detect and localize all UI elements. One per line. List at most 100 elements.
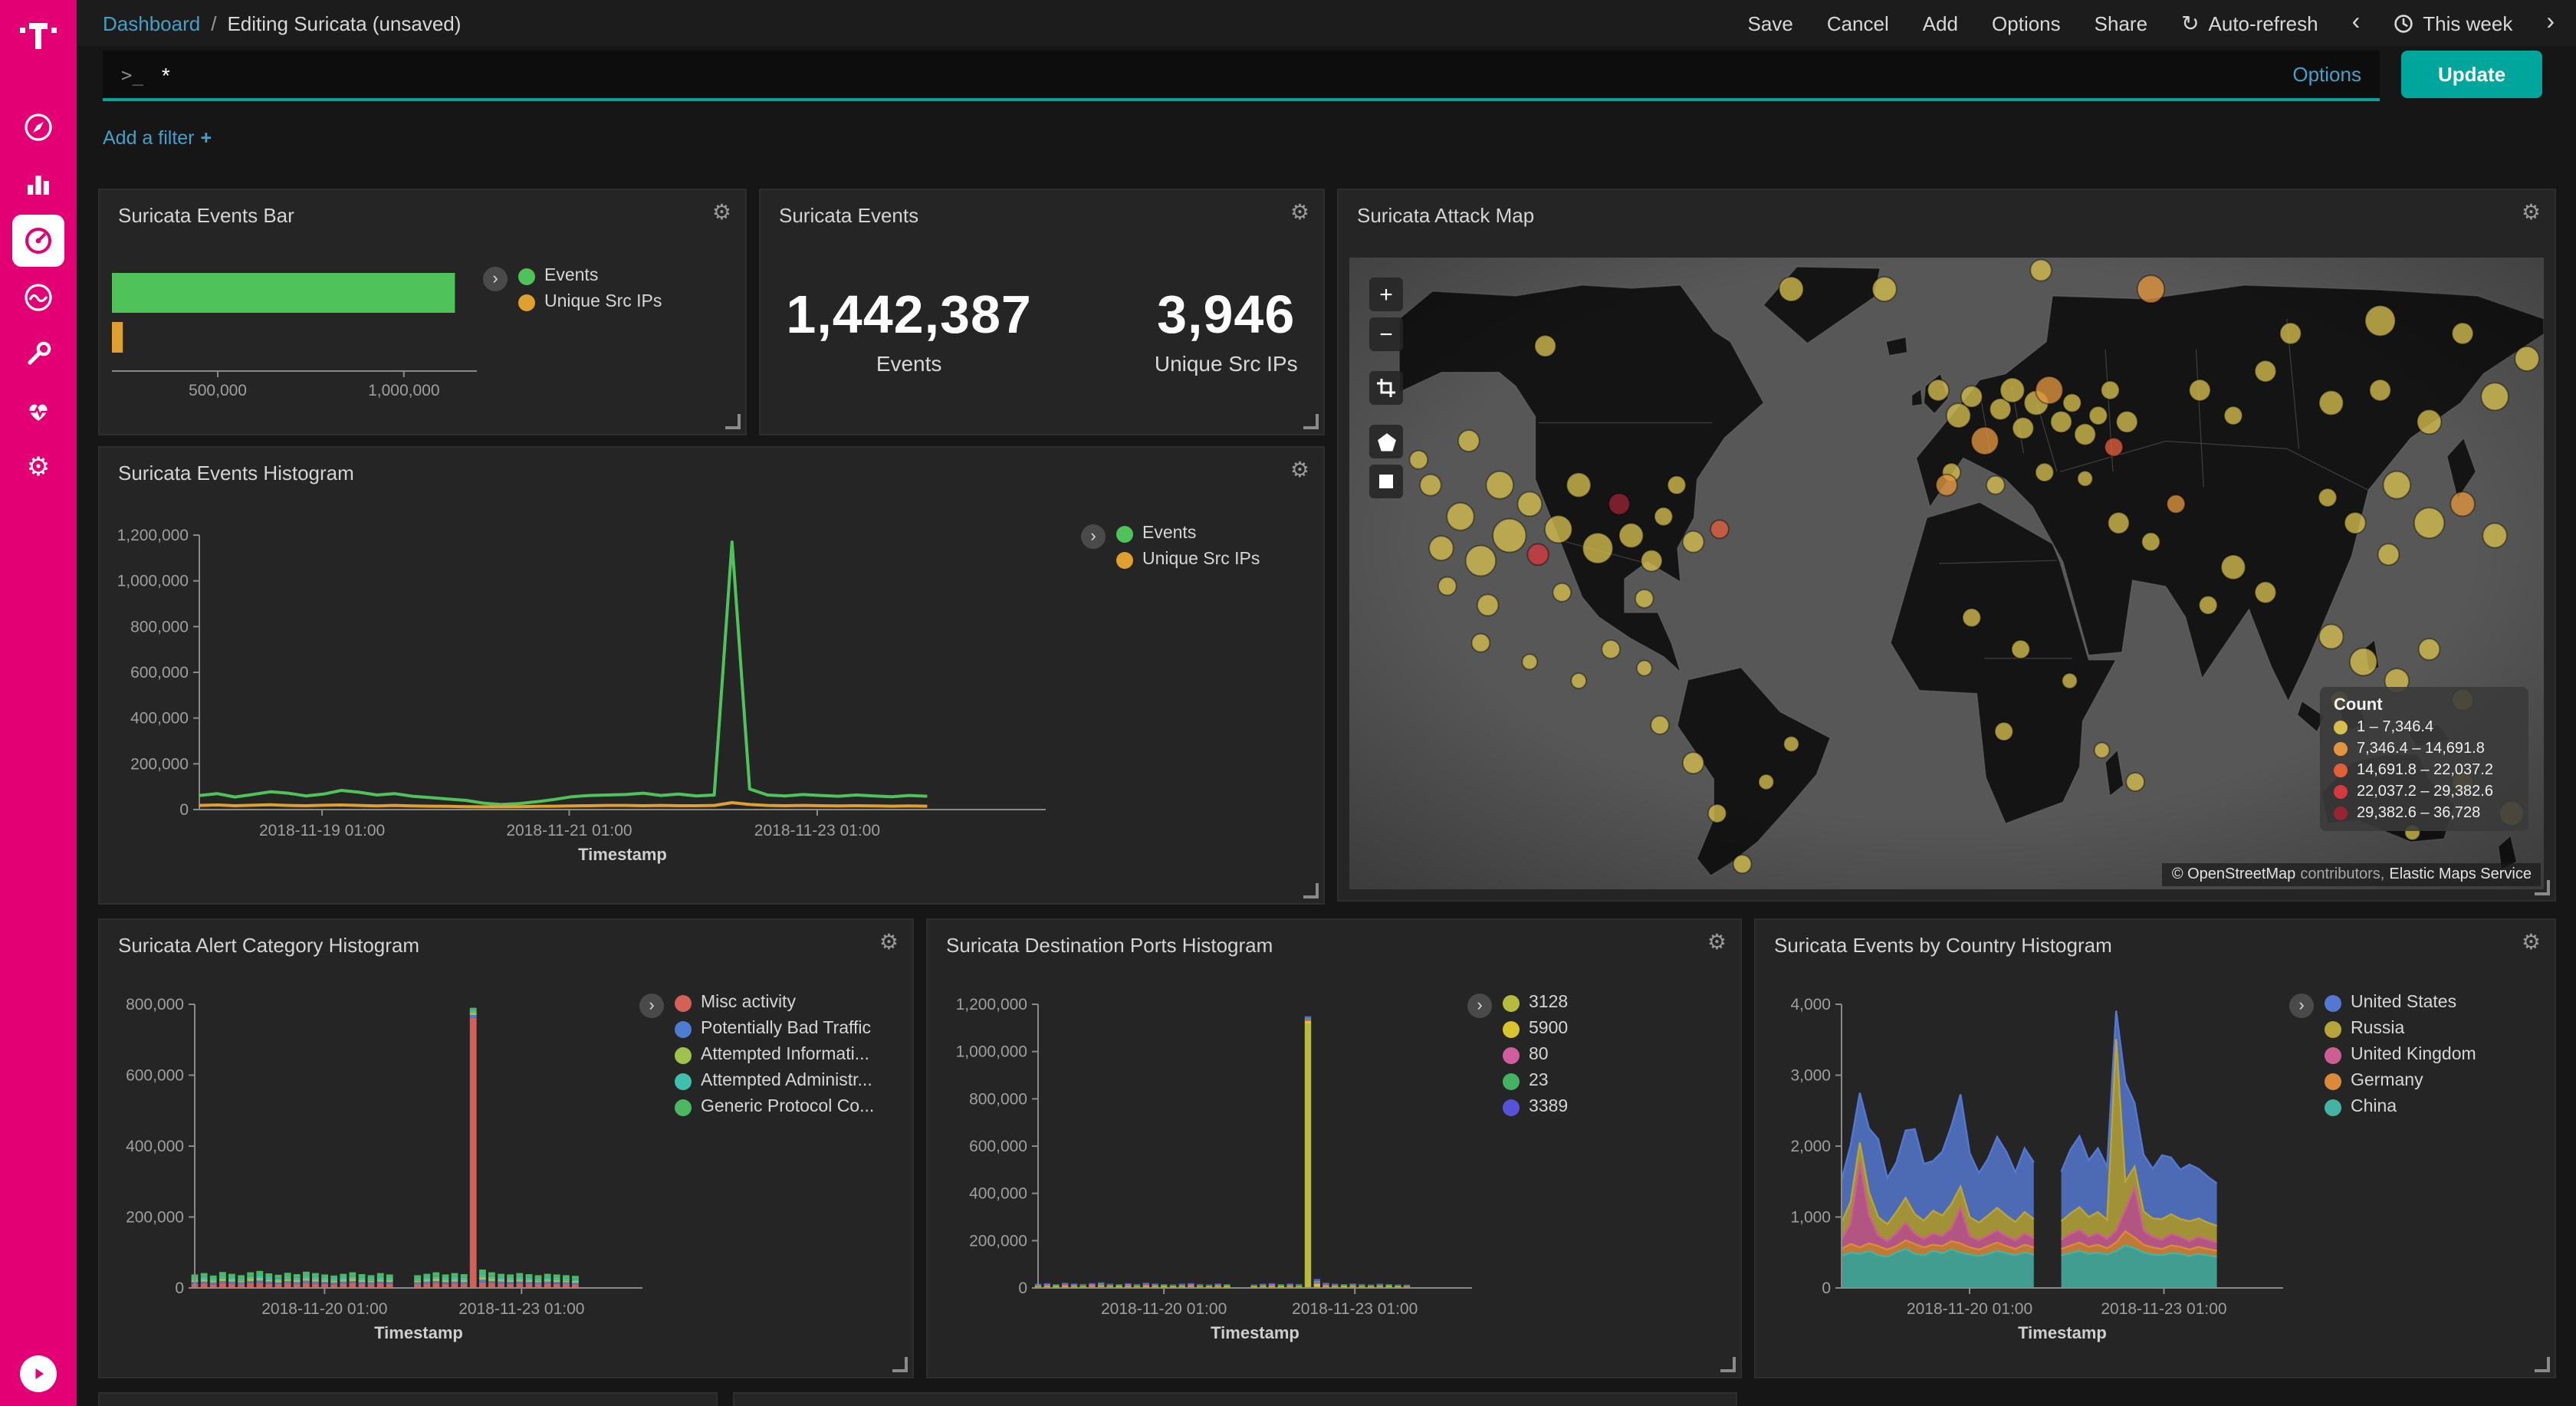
panel-gear-button[interactable]: ⚙ (1290, 201, 1309, 222)
legend-color-dot (1503, 1020, 1520, 1037)
events-bar-legend-items: Events Unique Src IPs (518, 267, 662, 311)
alert-category-legend-item[interactable]: Attempted Administr... (675, 1072, 874, 1090)
map-zoom-in-button[interactable]: + (1369, 278, 1403, 311)
time-forward-button[interactable]: › (2546, 11, 2555, 35)
options-button[interactable]: Options (1992, 11, 2061, 34)
svg-text:200,000: 200,000 (969, 1232, 1027, 1250)
panel-suricata-destination-ports-histogram: Suricata Destination Ports Histogram ⚙ 0… (926, 918, 1742, 1378)
dest-ports-chart[interactable]: 0200,000400,000600,000800,0001,000,0001,… (928, 920, 1740, 1377)
metric-group: 1,442,387 Events 3,946 Unique Src IPs (761, 285, 1323, 376)
dest-ports-legend-item[interactable]: 3128 (1503, 994, 1568, 1012)
svg-text:600,000: 600,000 (969, 1138, 1027, 1155)
svg-text:2018-11-23 01:00: 2018-11-23 01:00 (1292, 1300, 1418, 1318)
dest-ports-legend-item[interactable]: 80 (1503, 1046, 1568, 1064)
breadcrumb-dashboard-link[interactable]: Dashboard (103, 11, 200, 34)
map-draw-rectangle-button[interactable] (1369, 465, 1403, 498)
add-button[interactable]: Add (1923, 11, 1958, 34)
by-country-legend-toggle[interactable]: › (2289, 994, 2314, 1018)
auto-refresh-button[interactable]: ↻ Auto-refresh (2181, 11, 2318, 34)
by-country-legend-item[interactable]: Germany (2325, 1072, 2476, 1090)
nav-visualize[interactable] (9, 155, 67, 212)
wrench-icon (23, 338, 54, 369)
alert-category-legend-item[interactable]: Generic Protocol Co... (675, 1098, 874, 1116)
events-histogram-legend-toggle[interactable]: › (1081, 524, 1106, 549)
nav-discover[interactable] (9, 98, 67, 155)
legend-color-dot (2325, 1073, 2341, 1089)
alert-category-legend-item[interactable]: Potentially Bad Traffic (675, 1020, 874, 1038)
legend-color-dot (675, 1073, 692, 1089)
resize-handle[interactable] (2535, 1357, 2550, 1372)
alert-category-legend-item[interactable]: Misc activity (675, 994, 874, 1012)
events-histogram-legend-item[interactable]: Events (1116, 524, 1260, 543)
time-back-button[interactable]: ‹ (2352, 11, 2361, 35)
events-histogram-legend-items: Events Unique Src IPs (1116, 524, 1260, 569)
resize-handle[interactable] (2535, 880, 2550, 895)
alert-category-legend-toggle[interactable]: › (639, 994, 664, 1018)
nav-dev-tools[interactable] (9, 325, 67, 382)
chevron-right-icon: › (2546, 11, 2555, 35)
metric-value: 1,442,387 (786, 285, 1031, 347)
map-legend-title: Count (2334, 696, 2515, 714)
dest-ports-legend-item[interactable]: 3389 (1503, 1098, 1568, 1116)
events-bar-legend-item[interactable]: Unique Src IPs (518, 293, 662, 311)
resize-handle[interactable] (892, 1357, 908, 1372)
share-button[interactable]: Share (2095, 11, 2147, 34)
by-country-chart[interactable]: 01,0002,0003,0004,0002018-11-20 01:00201… (1756, 920, 2555, 1377)
map-legend-item: 22,037.2 – 29,382.6 (2334, 783, 2515, 800)
resize-handle[interactable] (725, 414, 741, 429)
map-draw-polygon-button[interactable] (1369, 425, 1403, 458)
save-button[interactable]: Save (1748, 11, 1793, 34)
dest-ports-legend-item[interactable]: 23 (1503, 1072, 1568, 1090)
by-country-legend-item[interactable]: United Kingdom (2325, 1046, 2476, 1064)
heartbeat-icon (23, 395, 54, 425)
nav-monitoring[interactable] (9, 382, 67, 439)
add-filter-link[interactable]: Add a filter+ (103, 127, 212, 149)
by-country-legend-item[interactable]: United States (2325, 994, 2476, 1012)
svg-text:400,000: 400,000 (126, 1138, 184, 1155)
events-histogram-legend-item[interactable]: Unique Src IPs (1116, 550, 1260, 569)
events-histogram-chart[interactable]: 0200,000400,000600,000800,0001,000,0001,… (100, 448, 1323, 903)
tmobile-logo[interactable] (14, 12, 63, 58)
by-country-legend-item[interactable]: Russia (2325, 1020, 2476, 1038)
legend-color-dot (1503, 1073, 1520, 1089)
map-legend-item: 29,382.6 – 36,728 (2334, 805, 2515, 822)
by-country-legend-item[interactable]: China (2325, 1098, 2476, 1116)
legend-label: Unique Src IPs (544, 293, 662, 311)
metric-label: Unique Src IPs (1155, 351, 1298, 376)
attack-map[interactable]: + − (1349, 258, 2544, 889)
alert-category-legend-item[interactable]: Attempted Informati... (675, 1046, 874, 1064)
map-zoom-out-button[interactable]: − (1369, 317, 1403, 351)
resize-handle[interactable] (1720, 1357, 1736, 1372)
query-input-container[interactable]: >_ Options (103, 51, 2380, 101)
legend-label: 3128 (1529, 994, 1568, 1012)
events-bar-legend-toggle[interactable]: › (483, 267, 508, 291)
svg-text:2018-11-20 01:00: 2018-11-20 01:00 (261, 1300, 387, 1318)
nav-dashboard-selected[interactable] (9, 212, 67, 268)
dest-ports-legend-toggle[interactable]: › (1467, 994, 1492, 1018)
query-options-link[interactable]: Options (2292, 63, 2361, 86)
resize-handle[interactable] (1303, 414, 1319, 429)
panel-suricata-events-bar: Suricata Events Bar ⚙ 500,0001,000,000 ›… (98, 189, 747, 435)
expand-nav-button[interactable] (20, 1355, 57, 1392)
events-bar-chart[interactable]: 500,0001,000,000 (100, 190, 745, 434)
time-picker-button[interactable]: This week (2394, 11, 2512, 34)
metric-unique-src-ips: 3,946 Unique Src IPs (1155, 285, 1298, 376)
alert-category-legend-items: Misc activity Potentially Bad Traffic Atte… (675, 994, 874, 1116)
map-legend-item: 1 – 7,346.4 (2334, 719, 2515, 736)
legend-color-dot (675, 994, 692, 1011)
events-bar-legend-item[interactable]: Events (518, 267, 662, 285)
panel-gear-button[interactable]: ⚙ (2522, 201, 2541, 222)
legend-color-dot (675, 1020, 692, 1037)
map-fit-data-button[interactable] (1369, 371, 1403, 405)
panel-suricata-alert-category-histogram: Suricata Alert Category Histogram ⚙ 0200… (98, 918, 914, 1378)
resize-handle[interactable] (1303, 883, 1319, 898)
update-button[interactable]: Update (2401, 51, 2542, 98)
cancel-button[interactable]: Cancel (1827, 11, 1889, 34)
query-input[interactable] (159, 61, 2277, 88)
svg-text:400,000: 400,000 (130, 710, 189, 728)
dest-ports-legend-item[interactable]: 5900 (1503, 1020, 1568, 1038)
alert-category-chart[interactable]: 0200,000400,000600,000800,0002018-11-20 … (100, 920, 912, 1377)
nav-management[interactable]: ⚙ (9, 439, 67, 495)
nav-timelion[interactable] (9, 268, 67, 325)
legend-label: Generic Protocol Co... (701, 1098, 874, 1116)
